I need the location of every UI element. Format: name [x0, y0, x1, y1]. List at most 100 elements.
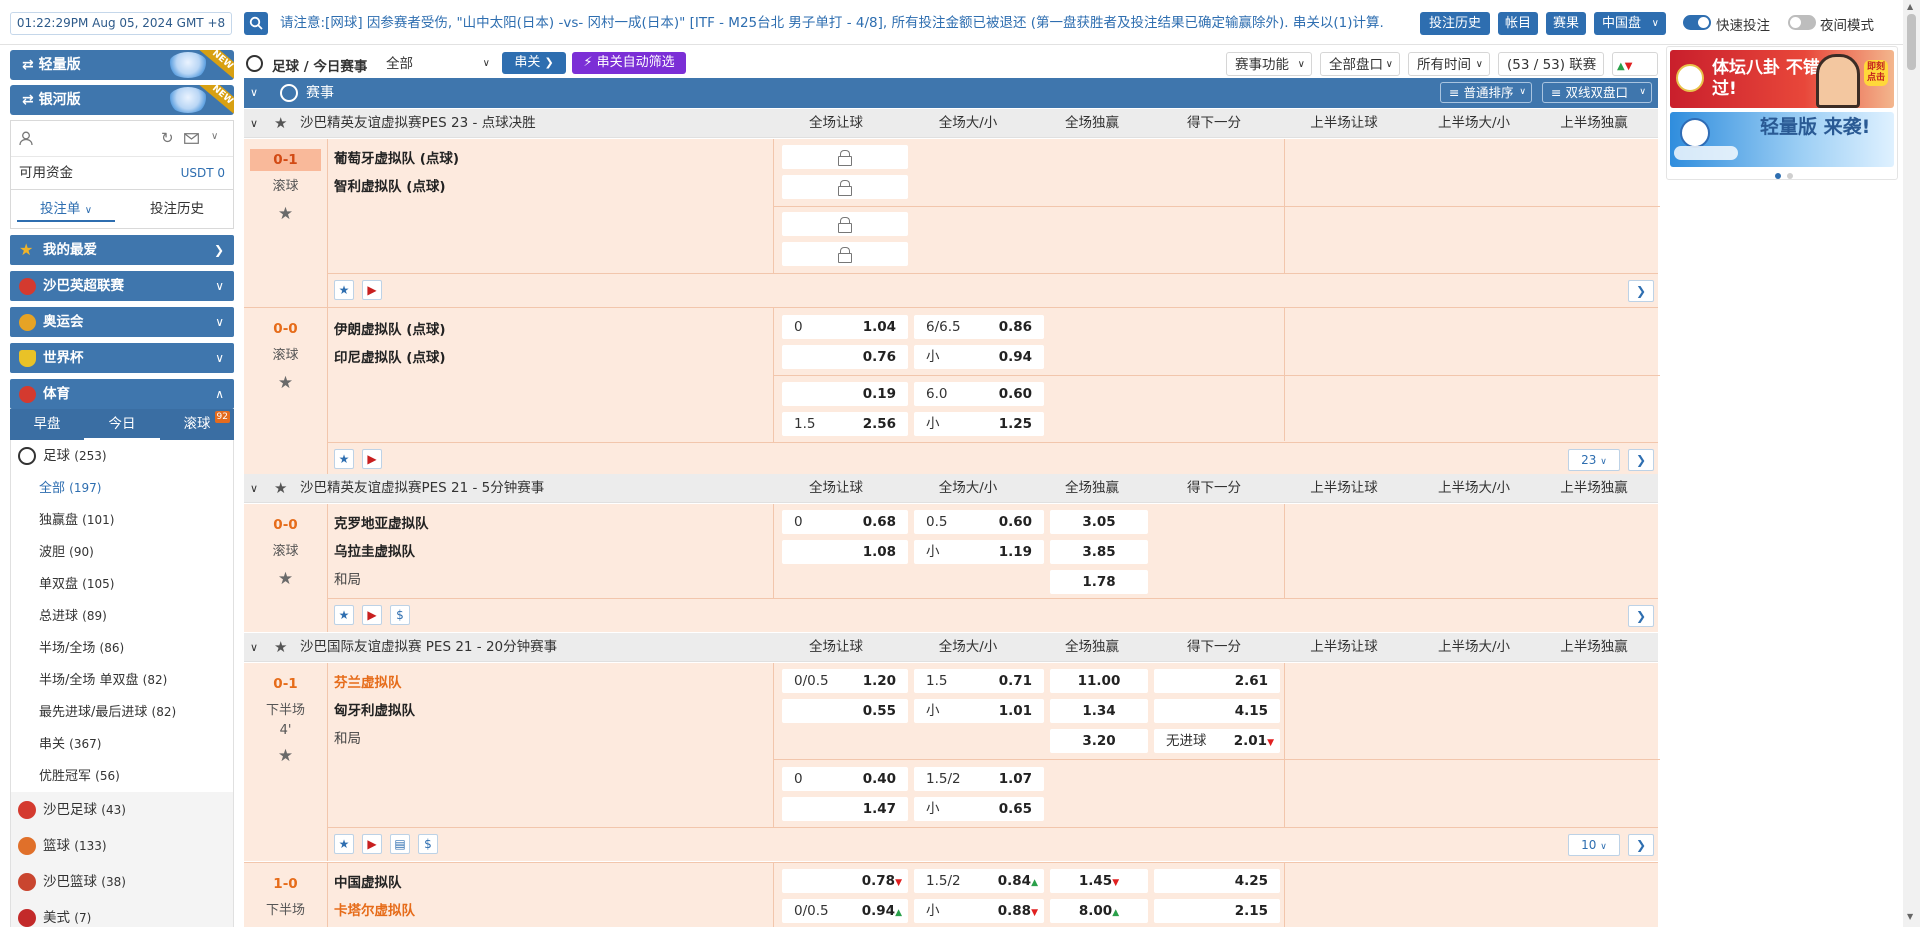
odds-cell[interactable]: 0/0.5 0.94▲ [782, 899, 908, 923]
tab-today[interactable]: 今日 [84, 409, 160, 440]
odds-cell[interactable]: 0.5 0.60 [914, 510, 1044, 534]
league-favorite-star-icon[interactable]: ★ [274, 633, 287, 662]
bet-history-tab[interactable]: 投注历史 [129, 196, 225, 222]
mail-icon[interactable] [184, 133, 199, 144]
lite-version-button[interactable]: ⇄ 轻量版 NEW [10, 50, 234, 80]
galaxy-version-button[interactable]: ⇄ 银河版 NEW [10, 85, 234, 115]
more-markets-button[interactable]: ❯ [1628, 449, 1654, 471]
odds-cell[interactable]: 0.19 [782, 382, 908, 406]
league-header[interactable]: ∨ ★ 沙巴精英友谊虚拟赛PES 23 - 点球决胜 全场让球 全场大/小 全场… [244, 109, 1658, 138]
odds-cell[interactable]: 0.78▼ [782, 869, 908, 893]
odds-cell[interactable]: 4.15 [1154, 699, 1280, 723]
odds-cell[interactable]: 小 0.65 [914, 797, 1044, 821]
normal-sort-select[interactable]: ≡ 普通排序 ∨ [1440, 82, 1532, 103]
odds-cell[interactable]: 2.15 [1154, 899, 1280, 923]
odds-cell[interactable]: 8.00▲ [1050, 899, 1148, 923]
bet-history-button[interactable]: 投注历史 [1420, 12, 1490, 35]
more-markets-button[interactable]: ❯ [1628, 834, 1654, 856]
announcement-marquee[interactable]: 请注意:[网球] 因参赛者受伤, "山中太阳(日本) -vs- 冈村一成(日本)… [280, 12, 1410, 35]
chevron-down-icon[interactable]: ∨ [250, 474, 258, 503]
lite-version-banner[interactable]: 轻量版 来袭! [1670, 112, 1894, 167]
sidebar-item-olympics[interactable]: 奥运会 ∨ [10, 307, 234, 337]
parlay-button[interactable]: 串关 ❯ [502, 52, 566, 74]
chevron-down-icon[interactable]: ∨ [250, 633, 258, 662]
sidebar-item-sports[interactable]: 体育 ∧ [10, 379, 234, 409]
sidebar-item-football[interactable]: 足球 (253) [11, 440, 233, 472]
odds-cell[interactable]: 1.5/2 0.84▲ [914, 869, 1044, 893]
odds-cell[interactable]: 1.34 [1050, 699, 1148, 723]
market-item-parlay[interactable]: 串关 (367) [11, 728, 233, 760]
more-markets-button[interactable]: ❯ [1628, 605, 1654, 627]
live-stream-icon[interactable]: ▶ [362, 605, 382, 625]
scroll-down-arrow-icon[interactable]: ▼ [1907, 912, 1913, 921]
odds-cell[interactable]: 6.0 0.60 [914, 382, 1044, 406]
odds-cell[interactable]: 0.76 [782, 345, 908, 369]
odds-cell[interactable]: 1.5 2.56 [782, 412, 908, 436]
odds-cell[interactable]: 1.47 [782, 797, 908, 821]
bet-slip-tab[interactable]: 投注单 ∨ [17, 196, 115, 222]
market-item-1x2[interactable]: 独赢盘 (101) [11, 504, 233, 536]
market-item-total-goals[interactable]: 总进球 (89) [11, 600, 233, 632]
sidebar-item-saba-football[interactable]: 沙巴足球 (43) [11, 792, 233, 828]
odds-cell[interactable]: 小 1.01 [914, 699, 1044, 723]
market-item-outright[interactable]: 优胜冠军 (56) [11, 760, 233, 792]
live-stream-icon[interactable]: ▶ [362, 449, 382, 469]
market-item-first-last-goal[interactable]: 最先进球/最后进球 (82) [11, 696, 233, 728]
tab-early[interactable]: 早盘 [10, 409, 84, 440]
favorite-star-icon[interactable]: ★ [334, 280, 354, 300]
scroll-up-arrow-icon[interactable]: ▲ [1907, 2, 1913, 11]
league-header[interactable]: ∨ ★ 沙巴精英友谊虚拟赛PES 21 - 5分钟赛事 全场让球 全场大/小 全… [244, 474, 1658, 503]
odds-cell[interactable]: 0.55 [782, 699, 908, 723]
more-markets-count-button[interactable]: 23 ∨ [1568, 449, 1620, 471]
odds-cell[interactable]: 2.61 [1154, 669, 1280, 693]
market-item-correct-score[interactable]: 波胆 (90) [11, 536, 233, 568]
cashout-dollar-icon[interactable]: $ [390, 605, 410, 625]
gossip-banner[interactable]: 体坛八卦 不错过! 即刻点击 [1670, 50, 1894, 108]
chevron-down-icon[interactable]: ∨ [250, 78, 258, 108]
more-markets-button[interactable]: ❯ [1628, 280, 1654, 302]
tab-live[interactable]: 滚球 92 [160, 409, 234, 440]
refresh-icon[interactable]: ↻ [161, 129, 174, 147]
sidebar-item-saba-basketball[interactable]: 沙巴篮球 (38) [11, 864, 233, 900]
odds-cell[interactable]: 11.00 [1050, 669, 1148, 693]
sidebar-item-saba-epl[interactable]: 沙巴英超联赛 ∨ [10, 271, 234, 301]
account-button[interactable]: 帐目 [1498, 12, 1538, 35]
carousel-dot[interactable] [1787, 173, 1793, 179]
sidebar-item-basketball[interactable]: 篮球 (133) [11, 828, 233, 864]
event-function-select[interactable]: 赛事功能 ∨ [1226, 52, 1312, 76]
cashout-dollar-icon[interactable]: $ [418, 834, 438, 854]
market-item-all[interactable]: 全部 (197) [11, 472, 233, 504]
filter-select[interactable]: 全部 ∨ [378, 52, 498, 76]
market-item-ht-ft-odd-even[interactable]: 半场/全场 单双盘 (82) [11, 664, 233, 696]
odds-cell[interactable]: 3.85 [1050, 540, 1148, 564]
odds-cell[interactable]: 无进球 2.01▼ [1154, 729, 1280, 753]
odds-cell[interactable]: 6/6.5 0.86 [914, 315, 1044, 339]
odds-cell[interactable]: 0/0.5 1.20 [782, 669, 908, 693]
odds-cell[interactable]: 4.25 [1154, 869, 1280, 893]
stats-icon[interactable]: ▤ [390, 834, 410, 854]
search-button[interactable] [244, 12, 268, 35]
all-time-select[interactable]: 所有时间 ∨ [1408, 52, 1490, 76]
live-stream-icon[interactable]: ▶ [362, 834, 382, 854]
odds-cell[interactable]: 3.20 [1050, 729, 1148, 753]
all-markets-select[interactable]: 全部盘口 ∨ [1320, 52, 1400, 76]
more-markets-count-button[interactable]: 10 ∨ [1568, 834, 1620, 856]
odds-cell[interactable]: 1.5/2 1.07 [914, 767, 1044, 791]
match-favorite-star-icon[interactable]: ★ [244, 203, 327, 225]
odds-cell[interactable]: 小 1.25 [914, 412, 1044, 436]
odds-cell[interactable]: 3.05 [1050, 510, 1148, 534]
odds-cell[interactable]: 小 1.19 [914, 540, 1044, 564]
odds-cell[interactable]: 0 0.68 [782, 510, 908, 534]
favorite-star-icon[interactable]: ★ [334, 834, 354, 854]
league-count-select[interactable]: (53 / 53) 联赛 [1498, 52, 1604, 76]
night-mode-toggle[interactable] [1788, 15, 1816, 30]
chevron-down-icon[interactable]: ∨ [250, 109, 258, 138]
page-scrollbar[interactable]: ▲ ▼ [1903, 0, 1920, 927]
favorite-star-icon[interactable]: ★ [334, 449, 354, 469]
scrollbar-thumb[interactable] [1907, 14, 1916, 70]
results-button[interactable]: 赛果 [1546, 12, 1586, 35]
parlay-auto-filter-button[interactable]: ⚡ 串关自动筛选 [572, 52, 686, 74]
match-favorite-star-icon[interactable]: ★ [244, 372, 327, 394]
odds-cell[interactable]: 小 0.88▼ [914, 899, 1044, 923]
sidebar-item-favorites[interactable]: ★ 我的最爱 ❯ [10, 235, 234, 265]
